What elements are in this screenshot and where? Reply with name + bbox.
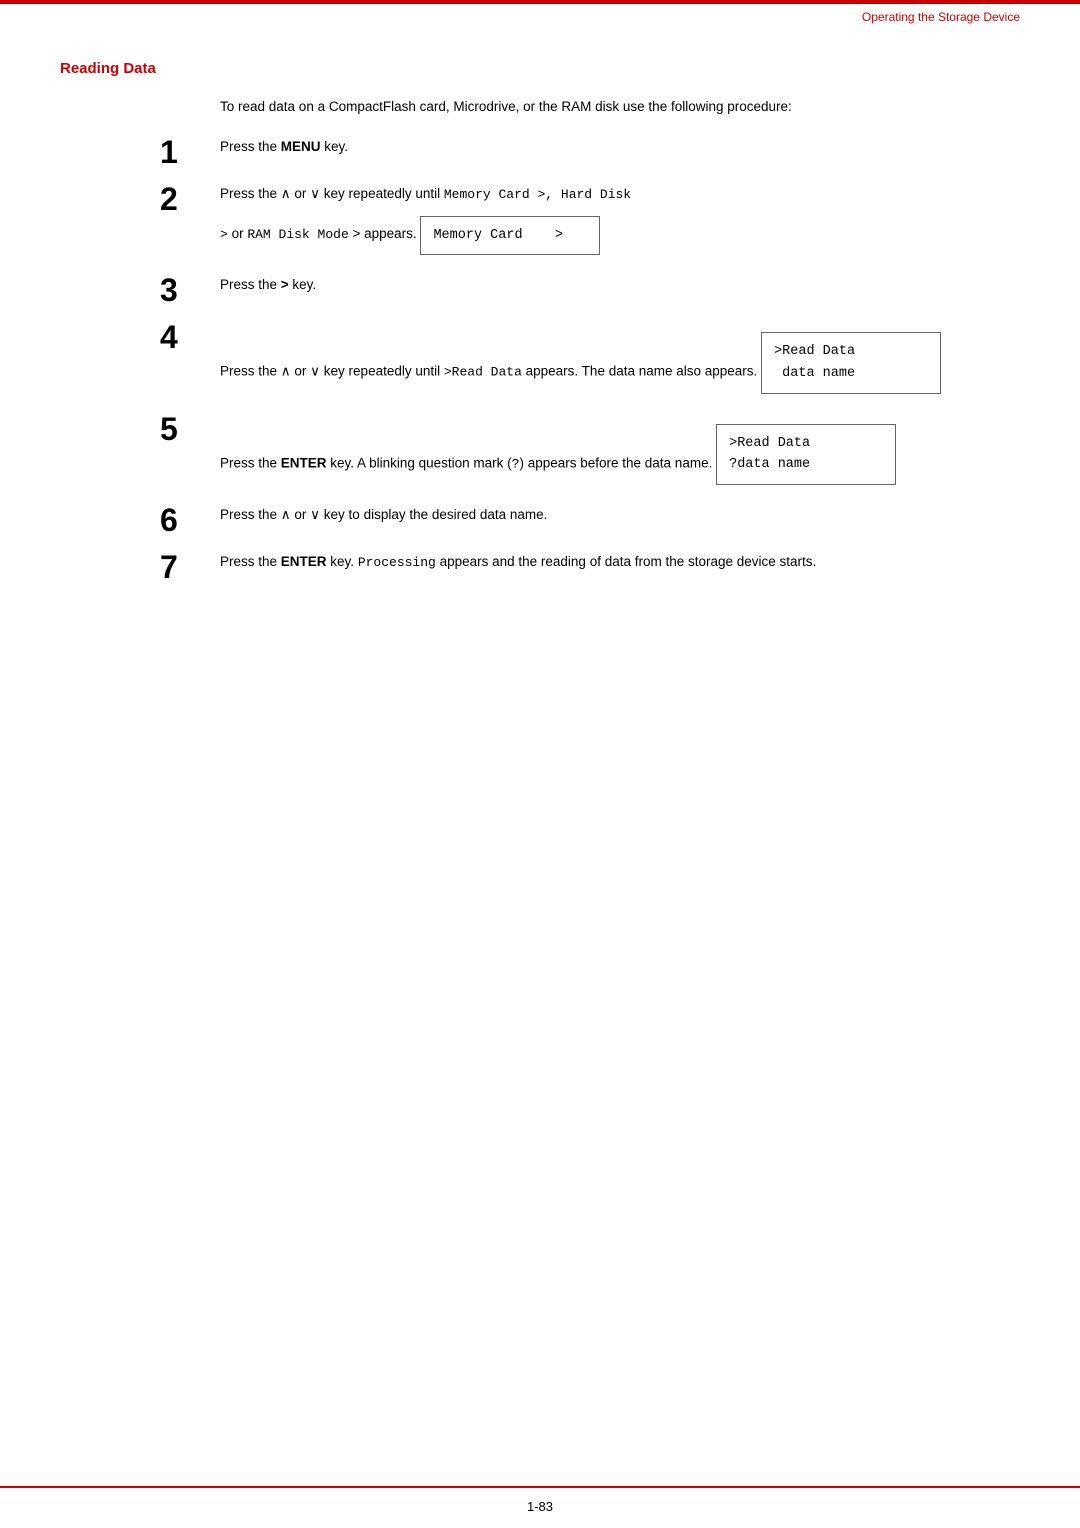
breadcrumb-text: Operating the Storage Device: [862, 10, 1020, 24]
step5-code: ?: [512, 456, 520, 471]
step-number-5: 5: [160, 412, 220, 447]
step-body-7: Press the ENTER key. Processing appears …: [220, 552, 1020, 573]
step-body-1: Press the MENU key.: [220, 137, 1020, 158]
step2-code1: Memory Card >, Hard Disk: [444, 187, 631, 202]
step-4: 4 Press the ∧ or ∨ key repeatedly until …: [160, 322, 1020, 399]
intro-text: To read data on a CompactFlash card, Mic…: [220, 97, 1020, 117]
step-number-3: 3: [160, 273, 220, 308]
footer-page-number: 1-83: [527, 1499, 553, 1514]
step-body-2: Press the ∧ or ∨ key repeatedly until Me…: [220, 184, 1020, 261]
steps-container: 1 Press the MENU key. 2 Press the ∧ or ∨…: [160, 137, 1020, 585]
breadcrumb: Operating the Storage Device: [862, 10, 1020, 24]
top-rule: [0, 0, 1080, 4]
step-1: 1 Press the MENU key.: [160, 137, 1020, 170]
step-number-1: 1: [160, 135, 220, 170]
step5-bold: ENTER: [281, 455, 327, 470]
step1-bold: MENU: [281, 139, 321, 154]
section-title: Reading Data: [60, 60, 1020, 77]
step-body-4: Press the ∧ or ∨ key repeatedly until >R…: [220, 322, 1020, 399]
step-number-7: 7: [160, 550, 220, 585]
step-6: 6 Press the ∧ or ∨ key to display the de…: [160, 505, 1020, 538]
step4-lcd-box: >Read Data data name: [761, 332, 941, 393]
step4-code: >Read Data: [444, 365, 522, 380]
step-number-4: 4: [160, 320, 220, 355]
step-body-5: Press the ENTER key. A blinking question…: [220, 414, 1020, 491]
step-body-6: Press the ∧ or ∨ key to display the desi…: [220, 505, 1020, 526]
main-content: Reading Data To read data on a CompactFl…: [60, 60, 1020, 1468]
step-2: 2 Press the ∧ or ∨ key repeatedly until …: [160, 184, 1020, 261]
step-7: 7 Press the ENTER key. Processing appear…: [160, 552, 1020, 585]
step-3: 3 Press the > key.: [160, 275, 1020, 308]
bottom-rule: [0, 1486, 1080, 1488]
step5-lcd-box: >Read Data ?data name: [716, 424, 896, 485]
step2-code2: >: [220, 227, 228, 242]
step2-code3: RAM Disk Mode: [247, 227, 348, 242]
step2-lcd-box: Memory Card >: [420, 216, 600, 256]
step-body-3: Press the > key.: [220, 275, 1020, 296]
step7-code: Processing: [358, 555, 436, 570]
step-number-2: 2: [160, 182, 220, 217]
step3-bold: >: [281, 277, 289, 292]
step-5: 5 Press the ENTER key. A blinking questi…: [160, 414, 1020, 491]
step-number-6: 6: [160, 503, 220, 538]
step7-bold: ENTER: [281, 554, 327, 569]
